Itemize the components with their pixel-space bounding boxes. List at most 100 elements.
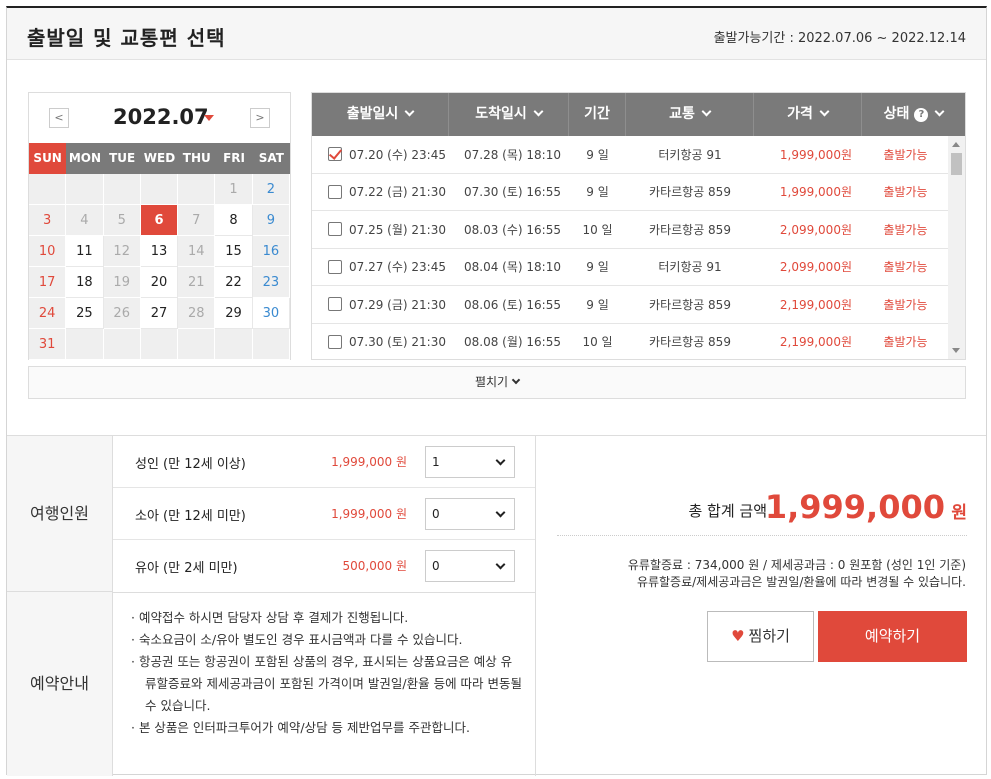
- row-checkbox[interactable]: [328, 259, 342, 274]
- calendar-day: 9: [252, 205, 290, 236]
- calendar-day[interactable]: 20: [140, 267, 179, 298]
- duration-cell: 9 일: [586, 260, 609, 275]
- calendar-day: 23: [252, 267, 290, 298]
- status-cell: 출발가능: [883, 222, 928, 237]
- calendar-blank: [66, 174, 104, 205]
- calendar-day[interactable]: 22: [215, 267, 253, 298]
- calendar-day[interactable]: 18: [66, 267, 104, 298]
- calendar-day: 10: [29, 236, 67, 267]
- departure-cell: 07.27 (수) 23:45: [312, 258, 449, 275]
- calendar-day[interactable]: 30: [252, 298, 290, 329]
- total-label: 총 합계 금액: [688, 502, 767, 520]
- calendar-blank: [252, 329, 290, 360]
- total-amount: 총 합계 금액 1,999,000 원: [557, 486, 967, 536]
- arrival-cell: 07.28 (목) 18:10: [464, 147, 561, 162]
- calendar-blank: [178, 329, 216, 360]
- help-icon[interactable]: ?: [914, 108, 929, 122]
- traveler-count-select[interactable]: 0: [425, 498, 515, 530]
- calendar-day: 21: [178, 267, 216, 298]
- row-checkbox[interactable]: [328, 147, 342, 162]
- traveler-count-select[interactable]: 1: [425, 446, 515, 478]
- duration-cell: 9 일: [586, 147, 609, 162]
- price-cell: 2,099,000원: [779, 260, 852, 275]
- duration-cell: 9 일: [586, 297, 609, 312]
- calendar-day[interactable]: 11: [66, 236, 104, 267]
- wishlist-button[interactable]: ♥ 찜하기: [707, 611, 814, 662]
- calendar-day[interactable]: 13: [140, 236, 179, 267]
- price-cell: 2,099,000원: [779, 222, 852, 237]
- status-cell: 출발가능: [883, 260, 928, 275]
- section-title: 출발일 및 교통편 선택: [27, 26, 226, 50]
- arrival-cell: 08.06 (토) 16:55: [464, 297, 561, 312]
- calendar-day: 12: [103, 236, 141, 267]
- transport-cell: 카타르항공 859: [649, 185, 731, 200]
- prev-month-button[interactable]: <: [49, 108, 69, 128]
- calendar-day[interactable]: 15: [215, 236, 253, 267]
- table-row[interactable]: 07.29 (금) 21:30 08.06 (토) 16:55 9 일 카타르항공 8…: [312, 286, 965, 324]
- table-row[interactable]: 07.20 (수) 23:45 07.28 (목) 18:10 9 일 터키항공 91…: [312, 136, 965, 174]
- table-scrollbar[interactable]: [948, 136, 965, 359]
- col-transport[interactable]: 교통: [626, 93, 754, 136]
- calendar-day[interactable]: 27: [140, 298, 179, 329]
- calendar-day[interactable]: 6: [140, 205, 179, 236]
- calendar-header: < 2022.07 >: [29, 93, 290, 143]
- calendar-day: 5: [103, 205, 141, 236]
- row-checkbox[interactable]: [328, 222, 342, 237]
- expand-button[interactable]: 펼치기: [28, 366, 966, 399]
- calendar-day: 31: [29, 329, 67, 360]
- col-status[interactable]: 상태?: [862, 93, 965, 136]
- col-arrival[interactable]: 도착일시: [449, 93, 569, 136]
- transport-cell: 카타르항공 859: [649, 297, 731, 312]
- summary-panel: 총 합계 금액 1,999,000 원 유류할증료 : 734,000 원 / …: [537, 436, 986, 776]
- departure-cell: 07.20 (수) 23:45: [312, 146, 449, 163]
- chevron-down-icon: [819, 106, 830, 117]
- col-departure[interactable]: 출발일시: [312, 93, 449, 136]
- calendar-blank: [140, 174, 179, 205]
- calendar-blank: [178, 174, 216, 205]
- col-duration: 기간: [569, 93, 626, 136]
- calendar-month[interactable]: 2022.07: [113, 105, 209, 129]
- status-cell: 출발가능: [883, 185, 928, 200]
- fee-note-2: 유류할증료/제세공과금은 발권일/환율에 따라 변경될 수 있습니다.: [636, 575, 966, 589]
- table-row[interactable]: 07.27 (수) 23:45 08.04 (목) 18:10 9 일 터키항공 91…: [312, 249, 965, 286]
- heart-icon: ♥: [731, 627, 745, 645]
- calendar-blank: [140, 329, 179, 360]
- row-checkbox[interactable]: [328, 334, 342, 349]
- calendar-blank: [103, 329, 141, 360]
- scroll-thumb[interactable]: [951, 153, 962, 175]
- traveler-count-select[interactable]: 0: [425, 550, 515, 582]
- scroll-up-icon[interactable]: [952, 142, 960, 147]
- calendar-day: 28: [178, 298, 216, 329]
- duration-cell: 9 일: [586, 185, 609, 200]
- row-checkbox[interactable]: [328, 184, 342, 199]
- calendar-day: 1: [215, 174, 253, 205]
- traveler-type: 소아 (만 12세 미만): [135, 509, 246, 524]
- scroll-down-icon[interactable]: [952, 348, 960, 353]
- row-checkbox[interactable]: [328, 297, 342, 312]
- table-row[interactable]: 07.22 (금) 21:30 07.30 (토) 16:55 9 일 카타르항공 8…: [312, 174, 965, 211]
- calendar-day[interactable]: 29: [215, 298, 253, 329]
- weekday-wed: WED: [143, 151, 176, 165]
- table-row[interactable]: 07.25 (월) 21:30 08.03 (수) 16:55 10 일 카타르항공 …: [312, 211, 965, 249]
- weekday-tue: TUE: [109, 151, 136, 165]
- calendar-day[interactable]: 8: [215, 205, 253, 236]
- calendar-day: 7: [178, 205, 216, 236]
- calendar-day: 19: [103, 267, 141, 298]
- table-row[interactable]: 07.30 (토) 21:30 08.08 (월) 16:55 10 일 카타르항공 …: [312, 324, 965, 360]
- month-dropdown-icon[interactable]: [204, 115, 214, 121]
- arrival-cell: 07.30 (토) 16:55: [464, 185, 561, 200]
- book-button[interactable]: 예약하기: [818, 611, 967, 662]
- col-price[interactable]: 가격: [754, 93, 862, 136]
- product-booking-panel: 출발일 및 교통편 선택 출발가능기간 : 2022.07.06 ~ 2022.…: [6, 6, 987, 776]
- notice-item: · 본 상품은 인터파크투어가 예약/상담 등 제반업무를 주관합니다.: [131, 720, 470, 735]
- departure-cell: 07.25 (월) 21:30: [312, 221, 449, 238]
- departure-cell: 07.30 (토) 21:30: [312, 333, 449, 350]
- arrival-cell: 08.03 (수) 16:55: [464, 222, 561, 237]
- notice-list: · 예약접수 하시면 담당자 상담 후 결제가 진행됩니다. · 숙소요금이 소/…: [113, 592, 536, 776]
- calendar-day: 24: [29, 298, 67, 329]
- chevron-down-icon: [934, 106, 945, 117]
- price-cell: 1,999,000원: [779, 147, 852, 162]
- next-month-button[interactable]: >: [250, 108, 270, 128]
- calendar-day[interactable]: 25: [66, 298, 104, 329]
- transport-cell: 카타르항공 859: [649, 222, 731, 237]
